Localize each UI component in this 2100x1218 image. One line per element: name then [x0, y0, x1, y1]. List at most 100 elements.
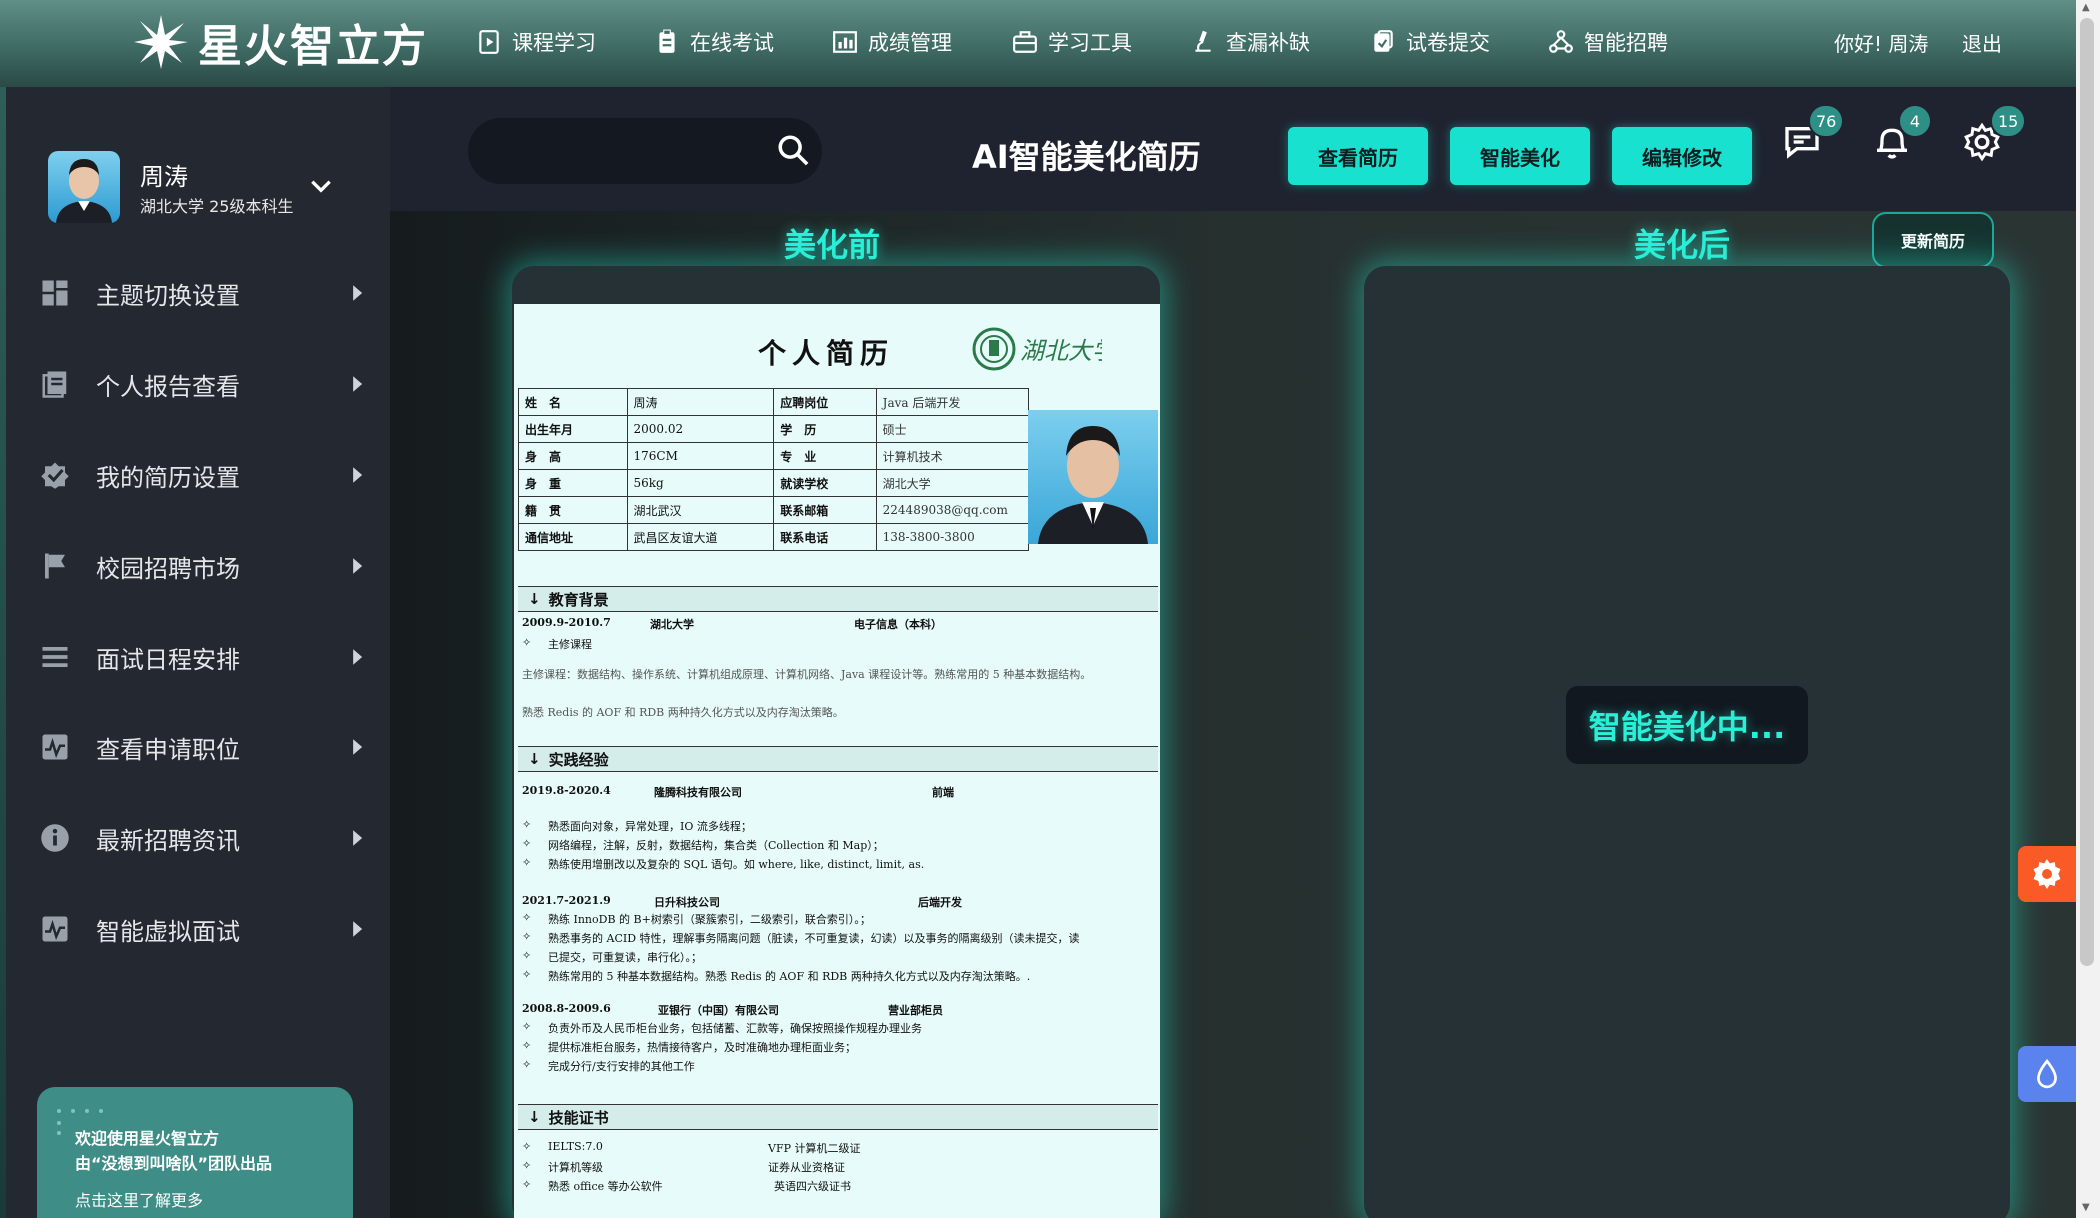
scroll-up-icon[interactable]: ▲ — [2082, 2, 2090, 13]
pulse-icon — [42, 734, 68, 760]
resume-title: 个人简历 — [758, 337, 895, 370]
nav-label: 学习工具 — [1048, 31, 1132, 55]
info-value: 2000.02 — [626, 415, 775, 443]
after-title: 美化后 — [1634, 226, 1731, 264]
info-key: 姓 名 — [518, 388, 628, 416]
skill-item: 熟悉 office 等办公软件 — [548, 1180, 663, 1193]
floating-settings-button[interactable] — [2018, 846, 2076, 902]
water-drop-icon — [2037, 1059, 2057, 1089]
bullet-icon: ✧ — [522, 1058, 532, 1071]
school-logo: 湖北大学 — [972, 326, 1119, 372]
nav-label: 试卷提交 — [1406, 31, 1490, 55]
sidebar-item-label: 我的简历设置 — [96, 463, 240, 492]
job-period: 2021.7-2021.9 — [522, 894, 611, 907]
section-heading-label: 技能证书 — [548, 1108, 609, 1127]
education-period: 2009.9-2010.7 — [522, 616, 611, 629]
skills-heading: ↓ 技能证书 — [518, 1104, 1158, 1130]
nav-smart-recruit[interactable]: 智能招聘 — [1548, 24, 1668, 60]
nav-fill-gaps[interactable]: 查漏补缺 — [1190, 24, 1310, 60]
toolbox-icon — [1013, 31, 1037, 53]
scroll-down-icon[interactable]: ▼ — [2082, 1202, 2090, 1213]
info-key: 联系电话 — [773, 523, 877, 551]
sidebar-item-interview-schedule[interactable]: 面试日程安排 — [0, 627, 390, 687]
sidebar-item-label: 最新招聘资讯 — [96, 826, 240, 855]
view-resume-button[interactable]: 查看简历 — [1288, 127, 1428, 185]
nav-submit-paper[interactable]: 试卷提交 — [1370, 24, 1490, 60]
list-icon — [42, 647, 68, 667]
user-greeting: 你好! 周涛 — [1834, 32, 1929, 56]
floating-theme-button[interactable] — [2018, 1046, 2076, 1102]
chevron-right-icon — [353, 830, 363, 846]
university-seal-icon: 湖北大学 — [972, 327, 1119, 371]
job-role: 前端 — [932, 786, 954, 799]
bullet-icon: ✧ — [522, 1039, 532, 1052]
job-item: 提供标准柜台服务，热情接待客户，及时准确地办理柜面业务； — [548, 1041, 856, 1054]
logout-link[interactable]: 退出 — [1962, 28, 2002, 57]
info-value: 武昌区友谊大道 — [626, 523, 775, 551]
job-role: 后端开发 — [918, 896, 962, 909]
sidebar-item-resume-settings[interactable]: 我的简历设置 — [0, 445, 390, 505]
microscope-icon — [1195, 30, 1211, 52]
check-badge-icon — [41, 462, 69, 489]
beautify-button[interactable]: 智能美化 — [1450, 127, 1590, 185]
info-key: 就读学校 — [773, 469, 877, 497]
nav-study-tools[interactable]: 学习工具 — [1012, 24, 1132, 60]
bullet-icon: ✧ — [522, 856, 532, 869]
search-icon[interactable] — [776, 133, 810, 167]
sidebar-item-campus-market[interactable]: 校园招聘市场 — [0, 536, 390, 596]
info-value: 138-3800-3800 — [875, 523, 1030, 551]
school-logo-text: 湖北大学 — [1020, 337, 1102, 365]
info-key: 应聘岗位 — [773, 388, 877, 416]
sidebar-item-label: 查看申请职位 — [96, 735, 240, 764]
scrollbar-thumb[interactable] — [2080, 18, 2094, 966]
bullet-icon: ✧ — [522, 1020, 532, 1033]
sidebar-item-theme[interactable]: 主题切换设置 — [0, 263, 390, 323]
edit-button[interactable]: 编辑修改 — [1612, 127, 1752, 185]
sidebar-item-report[interactable]: 个人报告查看 — [0, 354, 390, 414]
sidebar-item-recruit-news[interactable]: 最新招聘资讯 — [0, 808, 390, 868]
info-icon — [41, 824, 69, 852]
bullet-icon: ✧ — [522, 930, 532, 943]
info-value: 224489038@qq.com — [875, 496, 1030, 524]
submit-paper-icon — [1374, 30, 1393, 52]
info-value: 周涛 — [626, 388, 775, 416]
info-value: 计算机技术 — [875, 442, 1030, 470]
skill-item: 计算机等级 — [548, 1161, 603, 1174]
network-icon — [1549, 30, 1573, 53]
nav-label: 在线考试 — [690, 31, 774, 55]
promo-learn-more-link[interactable]: 点击这里了解更多 — [75, 1187, 203, 1211]
promo-card[interactable]: 欢迎使用星火智立方 由“没想到叫啥队”团队出品 点击这里了解更多 — [37, 1087, 353, 1218]
update-resume-button[interactable]: 更新简历 — [1872, 212, 1994, 268]
sidebar-item-applied-jobs[interactable]: 查看申请职位 — [0, 717, 390, 777]
bullet-icon: ✧ — [522, 837, 532, 850]
avatar[interactable] — [48, 151, 120, 223]
sidebar-item-virtual-interview[interactable]: 智能虚拟面试 — [0, 899, 390, 959]
bullet-icon: ✧ — [522, 1159, 532, 1172]
page-title: AI智能美化简历 — [972, 138, 1201, 176]
sidebar-item-label: 校园招聘市场 — [96, 554, 240, 583]
info-key: 籍 贯 — [518, 496, 628, 524]
info-key: 出生年月 — [518, 415, 628, 443]
chevron-right-icon — [353, 558, 363, 574]
skill-item: 英语四六级证书 — [774, 1180, 851, 1193]
app-logo[interactable]: 星火智立方 — [134, 12, 428, 72]
arrow-down-icon: ↓ — [528, 750, 541, 768]
chevron-right-icon — [353, 649, 363, 665]
chevron-down-icon[interactable] — [308, 173, 334, 199]
before-title: 美化前 — [784, 226, 881, 264]
chevron-right-icon — [353, 376, 363, 392]
nav-course-study[interactable]: 课程学习 — [476, 24, 596, 60]
sidebar-item-label: 面试日程安排 — [96, 645, 240, 674]
nav-score-management[interactable]: 成绩管理 — [832, 24, 952, 60]
job-item: 熟悉面向对象，异常处理，IO 流多线程； — [548, 820, 752, 833]
nav-label: 成绩管理 — [868, 31, 952, 55]
info-key: 联系邮箱 — [773, 496, 877, 524]
resume-preview[interactable]: 个人简历 湖北大学 姓 名周涛应聘岗位Java 后端开发 出生年月2000.02… — [514, 304, 1160, 1218]
nav-online-exam[interactable]: 在线考试 — [654, 24, 774, 60]
spark-logo-icon — [134, 15, 188, 69]
top-nav-bar: 星火智立方 课程学习 在线考试 成绩管理 学习工具 查漏补缺 试卷提交 智能招聘… — [0, 0, 2076, 87]
chevron-right-icon — [353, 467, 363, 483]
search-input[interactable] — [468, 118, 822, 184]
bullet-icon: ✧ — [522, 968, 532, 981]
section-heading-label: 实践经验 — [548, 750, 609, 769]
